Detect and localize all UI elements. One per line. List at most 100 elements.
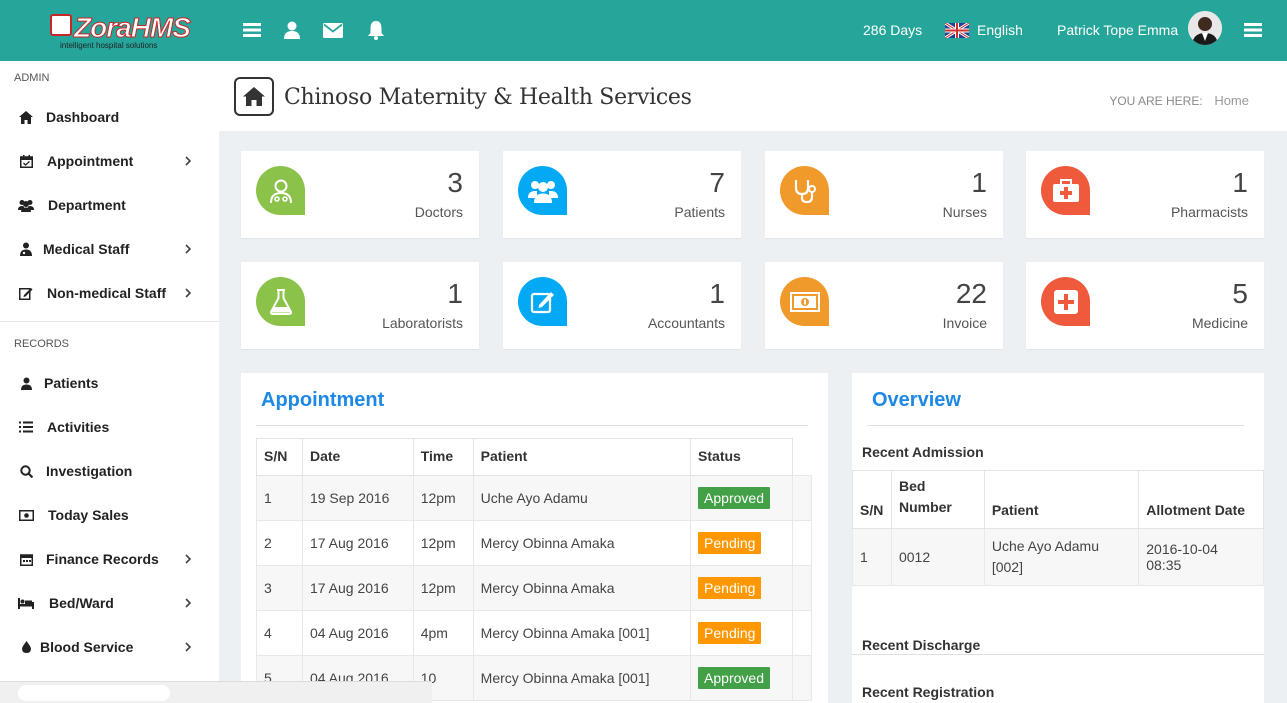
stat-count: 22 — [955, 278, 987, 309]
table-row[interactable]: 3 17 Aug 2016 12pm Mercy Obinna Amaka Pendin… — [256, 565, 813, 611]
days-counter: 286 Days — [863, 22, 923, 38]
sidebar-item-blood-service[interactable]: Blood Service — [0, 625, 219, 669]
cell-bed: 0012 — [890, 528, 985, 586]
logo-badge-icon — [50, 14, 72, 36]
bell-icon[interactable] — [365, 19, 387, 41]
stat-label: Nurses — [942, 204, 987, 220]
language-selector[interactable]: English — [977, 22, 1023, 38]
chevron-right-icon — [182, 596, 194, 610]
envelope-icon[interactable] — [322, 19, 344, 41]
table-row[interactable]: 4 04 Aug 2016 4pm Mercy Obinna Amaka [001] P… — [256, 610, 813, 656]
table-row[interactable]: 2 17 Aug 2016 12pm Mercy Obinna Amaka Pendin… — [256, 520, 813, 566]
sidebar-item-non-medical-staff[interactable]: Non-medical Staff — [0, 271, 219, 315]
table-header-row: S/N Date Time Patient Status — [256, 438, 812, 476]
cell-status: Approved — [690, 475, 793, 521]
sidebar-item-label: Medical Staff — [43, 241, 130, 257]
col-header[interactable]: Allotment Date — [1138, 470, 1264, 529]
cell-time: 12pm — [412, 475, 474, 521]
stat-card-medicine[interactable]: 5 Medicine — [1026, 262, 1264, 349]
admission-table: S/N Bed Number Patient Allotment Date 1 … — [852, 470, 1264, 586]
table-row[interactable]: 1 0012 Uche Ayo Adamu [002] 2016-10-04 0… — [852, 528, 1264, 586]
appointment-title: Appointment — [261, 389, 385, 411]
list-icon — [18, 419, 34, 435]
col-header[interactable]: Date — [301, 438, 414, 476]
sidebar-item-today-sales[interactable]: Today Sales — [0, 493, 219, 537]
top-navbar: ZoraHMS intelligent hospital solutions 2… — [0, 0, 1287, 61]
sidebar-item-label: Blood Service — [40, 639, 134, 655]
stat-label: Invoice — [942, 315, 987, 331]
stat-card-invoice[interactable]: 22 Invoice — [765, 262, 1003, 349]
cell-patient: Mercy Obinna Amaka [001] — [472, 610, 692, 656]
status-badge[interactable]: Approved — [698, 667, 770, 689]
sidebar-item-bed-ward[interactable]: Bed/Ward — [0, 581, 219, 625]
status-badge[interactable]: Approved — [698, 487, 770, 509]
sidebar-item-appointment[interactable]: Appointment — [0, 139, 219, 183]
sidebar-item-department[interactable]: Department — [0, 183, 219, 227]
col-header[interactable]: Bed Number — [890, 470, 985, 529]
appointment-table-body: 1 19 Sep 2016 12pm Uche Ayo Adamu Approved 2 1… — [256, 475, 813, 701]
status-badge[interactable]: Pending — [698, 622, 762, 644]
user-name[interactable]: Patrick Tope Emma — [1057, 22, 1178, 38]
avatar[interactable] — [1188, 11, 1222, 45]
col-header[interactable]: S/N — [852, 470, 892, 529]
cell-patient: Uche Ayo Adamu [002] — [983, 528, 1140, 586]
sidebar-item-activities[interactable]: Activities — [0, 405, 219, 449]
cell-patient: Mercy Obinna Amaka — [472, 520, 692, 566]
table-row[interactable]: 1 19 Sep 2016 12pm Uche Ayo Adamu Approved — [256, 475, 813, 521]
home-icon[interactable] — [234, 77, 274, 116]
panel-divider — [867, 425, 1244, 426]
app-logo[interactable]: ZoraHMS intelligent hospital solutions — [50, 10, 191, 52]
col-header[interactable]: S/N — [256, 438, 303, 476]
sidebar-item-patients[interactable]: Patients — [0, 361, 219, 405]
logo-tagline: intelligent hospital solutions — [60, 41, 158, 50]
sidebar-item-label: Non-medical Staff — [47, 285, 167, 301]
scrollbar-thumb[interactable] — [18, 685, 170, 701]
cell-sn: 1 — [852, 528, 892, 586]
cell-time: 12pm — [412, 520, 474, 566]
page-title: Chinoso Maternity & Health Services — [284, 85, 692, 110]
overview-title: Overview — [872, 389, 961, 411]
home-icon — [18, 109, 34, 125]
breadcrumb-label: YOU ARE HERE: — [1109, 94, 1203, 108]
right-menu-icon[interactable] — [1242, 19, 1264, 41]
status-badge[interactable]: Pending — [698, 577, 762, 599]
sidebar-section-records: RECORDS — [14, 338, 70, 350]
uk-flag-icon[interactable] — [944, 21, 970, 40]
col-header[interactable]: Patient — [983, 470, 1140, 529]
cell-sn: 2 — [256, 520, 303, 566]
stat-card-pharmacists[interactable]: 1 Pharmacists — [1026, 151, 1264, 238]
menu-icon[interactable] — [241, 19, 263, 41]
cell-status: Pending — [690, 520, 793, 566]
stat-label: Doctors — [414, 204, 463, 220]
stat-card-patients[interactable]: 7 Patients — [503, 151, 741, 238]
stat-card-accountants[interactable]: 1 Accountants — [503, 262, 741, 349]
drop-icon — [18, 639, 34, 655]
col-header[interactable]: Patient — [472, 438, 692, 476]
stat-card-laboratorists[interactable]: 1 Laboratorists — [241, 262, 479, 349]
breadcrumb-home-link[interactable]: Home — [1214, 93, 1249, 108]
logo-text: ZoraHMS — [74, 12, 192, 44]
user-icon[interactable] — [281, 19, 303, 41]
cell-patient: Mercy Obinna Amaka — [472, 565, 692, 611]
stat-card-doctors[interactable]: 3 Doctors — [241, 151, 479, 238]
stat-label: Medicine — [1191, 315, 1248, 331]
cell-date: 17 Aug 2016 — [301, 565, 414, 611]
sidebar-item-medical-staff[interactable]: Medical Staff — [0, 227, 219, 271]
col-header[interactable]: Time — [412, 438, 474, 476]
medkit-icon — [1041, 166, 1090, 215]
plus-square-icon — [1041, 277, 1090, 326]
horizontal-scrollbar[interactable] — [0, 681, 432, 703]
stat-card-nurses[interactable]: 1 Nurses — [765, 151, 1003, 238]
sidebar-item-label: Bed/Ward — [49, 595, 114, 611]
sidebar-item-finance-records[interactable]: Finance Records — [0, 537, 219, 581]
stat-label: Pharmacists — [1170, 204, 1248, 220]
sidebar-item-dashboard[interactable]: Dashboard — [0, 95, 219, 139]
status-badge[interactable]: Pending — [698, 532, 762, 554]
sidebar-item-label: Dashboard — [46, 109, 120, 125]
bed-icon — [18, 595, 34, 611]
sidebar-item-investigation[interactable]: Investigation — [0, 449, 219, 493]
col-header[interactable]: Status — [690, 438, 793, 476]
table-header-row: S/N Bed Number Patient Allotment Date — [852, 470, 1264, 529]
money-icon — [780, 277, 829, 326]
overview-panel: Overview Recent Admission S/N Bed Number… — [852, 373, 1264, 703]
